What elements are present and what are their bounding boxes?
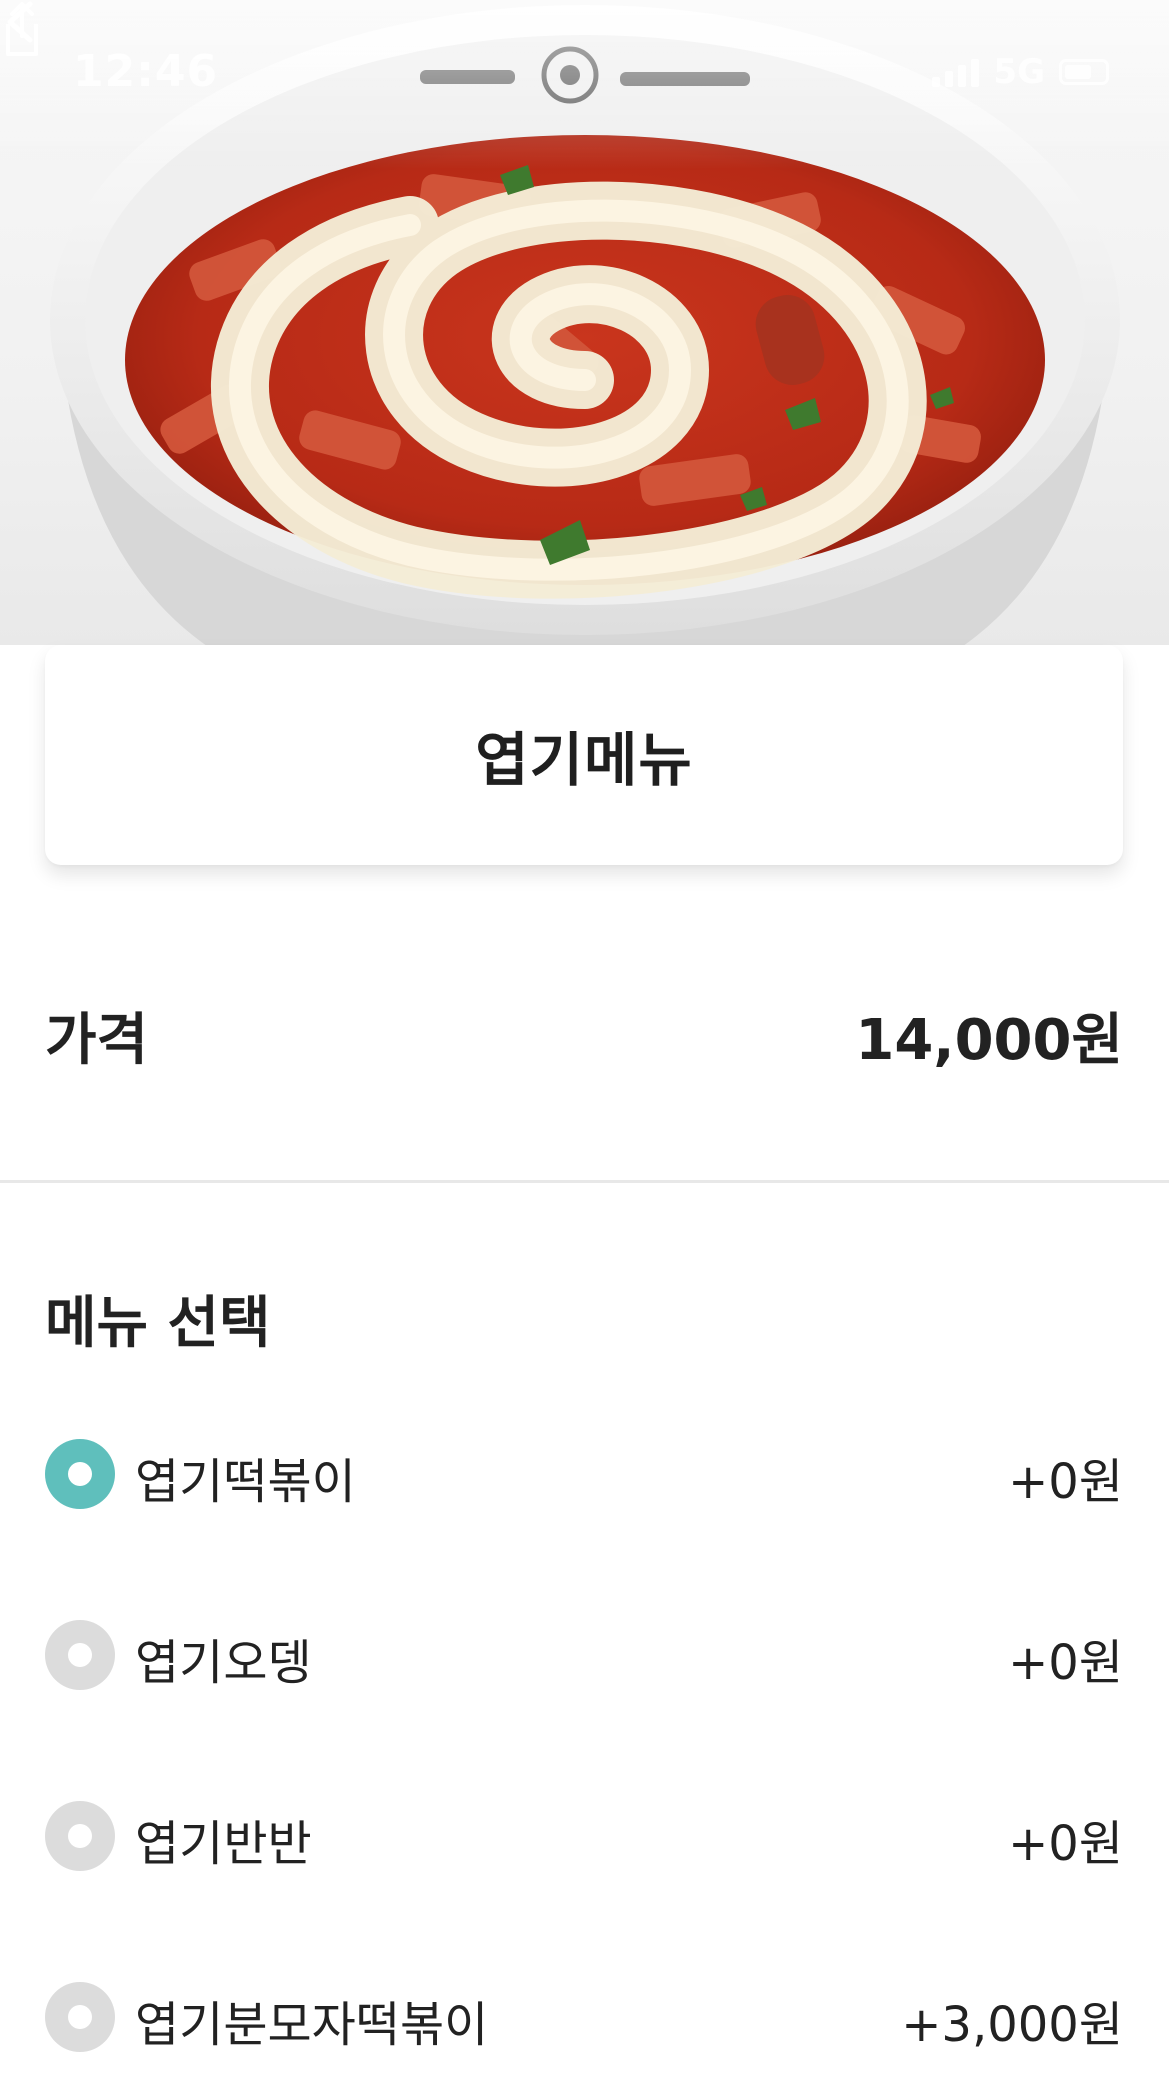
cellular-signal-icon [932, 57, 980, 87]
status-bar: 12:46 5G [0, 46, 1169, 100]
share-icon[interactable] [0, 0, 44, 60]
option-label: 엽기오뎅 [135, 1635, 312, 1691]
menu-detail-page: 12:46 5G 엽기메뉴 가격 14,000원 메뉴 선택 엽기떡볶이 +0원… [0, 0, 1169, 2097]
menu-option-item[interactable]: 엽기분모자떡볶이 +3,000원 [45, 1947, 1123, 2097]
option-label: 엽기분모자떡볶이 [135, 1997, 489, 2053]
option-label: 엽기떡볶이 [135, 1454, 356, 1510]
option-price: +0원 [1008, 1816, 1123, 1872]
price-value: 14,000원 [855, 1007, 1123, 1073]
options-section-title: 메뉴 선택 [45, 1291, 271, 1356]
menu-option-item[interactable]: 엽기오뎅 +0원 [45, 1585, 1123, 1766]
radio-selected-icon[interactable] [45, 1439, 115, 1509]
radio-unselected-icon[interactable] [45, 1620, 115, 1690]
battery-icon [1059, 59, 1109, 85]
price-label: 가격 [45, 1007, 149, 1073]
status-time: 12:46 [73, 46, 219, 97]
menu-option-item[interactable]: 엽기떡볶이 +0원 [45, 1404, 1123, 1585]
menu-name-card: 엽기메뉴 [45, 645, 1123, 865]
option-price: +3,000원 [901, 1997, 1123, 2053]
section-divider [0, 1180, 1169, 1183]
radio-unselected-icon[interactable] [45, 1801, 115, 1871]
option-price: +0원 [1008, 1635, 1123, 1691]
menu-hero-image: 12:46 5G [0, 0, 1169, 645]
option-price: +0원 [1008, 1454, 1123, 1510]
option-label: 엽기반반 [135, 1816, 312, 1872]
price-row: 가격 14,000원 [45, 990, 1123, 1080]
radio-unselected-icon[interactable] [45, 1982, 115, 2052]
network-type-label: 5G [993, 52, 1045, 92]
menu-title: 엽기메뉴 [475, 726, 693, 794]
status-indicators: 5G [932, 52, 1109, 92]
menu-option-list: 엽기떡볶이 +0원 엽기오뎅 +0원 엽기반반 +0원 엽기분모자떡볶이 +3,… [45, 1404, 1123, 2097]
menu-option-item[interactable]: 엽기반반 +0원 [45, 1766, 1123, 1947]
